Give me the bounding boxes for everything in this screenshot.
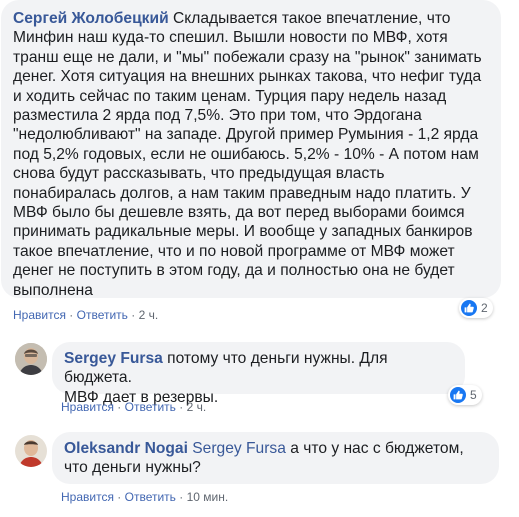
comment-bubble-3: Oleksandr Nogai Sergey Fursa а что у нас…: [52, 432, 499, 484]
reaction-count-text-2: 5: [470, 388, 477, 402]
separator: ·: [117, 400, 122, 414]
separator: ·: [179, 490, 184, 504]
comment-actions-2: Нравится · Ответить · 2 ч.: [61, 400, 206, 414]
timestamp-2[interactable]: 2 ч.: [187, 400, 207, 414]
separator: ·: [69, 308, 74, 322]
thumbs-up-icon: [450, 387, 466, 403]
comment-bubble-2: Sergey Fursa потому что деньги нужны. Дл…: [52, 342, 465, 406]
comment-author-1[interactable]: Сергей Жолобецкий: [13, 10, 169, 27]
like-link-2[interactable]: Нравится: [61, 400, 114, 414]
comment-actions-3: Нравится · Ответить · 10 мин.: [61, 490, 228, 504]
separator: ·: [131, 308, 136, 322]
comment-text-1: Складывается такое впечатление, что Минф…: [13, 10, 482, 299]
separator: ·: [117, 490, 122, 504]
reaction-count-1[interactable]: 2: [459, 298, 493, 318]
comment-author-2[interactable]: Sergey Fursa: [64, 350, 163, 367]
avatar-oleksandr-nogai[interactable]: [15, 435, 47, 467]
mention-link[interactable]: Sergey Fursa: [192, 440, 286, 457]
timestamp-1[interactable]: 2 ч.: [139, 308, 159, 322]
reply-link-3[interactable]: Ответить: [125, 490, 176, 504]
like-link-1[interactable]: Нравится: [13, 308, 66, 322]
comment-actions-1: Нравится · Ответить · 2 ч.: [13, 308, 158, 322]
like-link-3[interactable]: Нравится: [61, 490, 114, 504]
reply-link-2[interactable]: Ответить: [125, 400, 176, 414]
reply-link-1[interactable]: Ответить: [77, 308, 128, 322]
thumbs-up-icon: [461, 300, 477, 316]
timestamp-3[interactable]: 10 мин.: [187, 490, 229, 504]
comment-author-3[interactable]: Oleksandr Nogai: [64, 440, 188, 457]
comment-body-2: Sergey Fursa потому что деньги нужны. Дл…: [64, 349, 453, 407]
comment-body-1: Сергей Жолобецкий Складывается такое впе…: [13, 9, 489, 300]
comment-body-3: Oleksandr Nogai Sergey Fursa а что у нас…: [64, 439, 487, 478]
avatar-sergey-fursa[interactable]: [15, 343, 47, 375]
reaction-count-text-1: 2: [481, 301, 488, 315]
separator: ·: [179, 400, 184, 414]
reaction-count-2[interactable]: 5: [448, 385, 482, 405]
comment-bubble-1: Сергей Жолобецкий Складывается такое впе…: [1, 0, 501, 300]
